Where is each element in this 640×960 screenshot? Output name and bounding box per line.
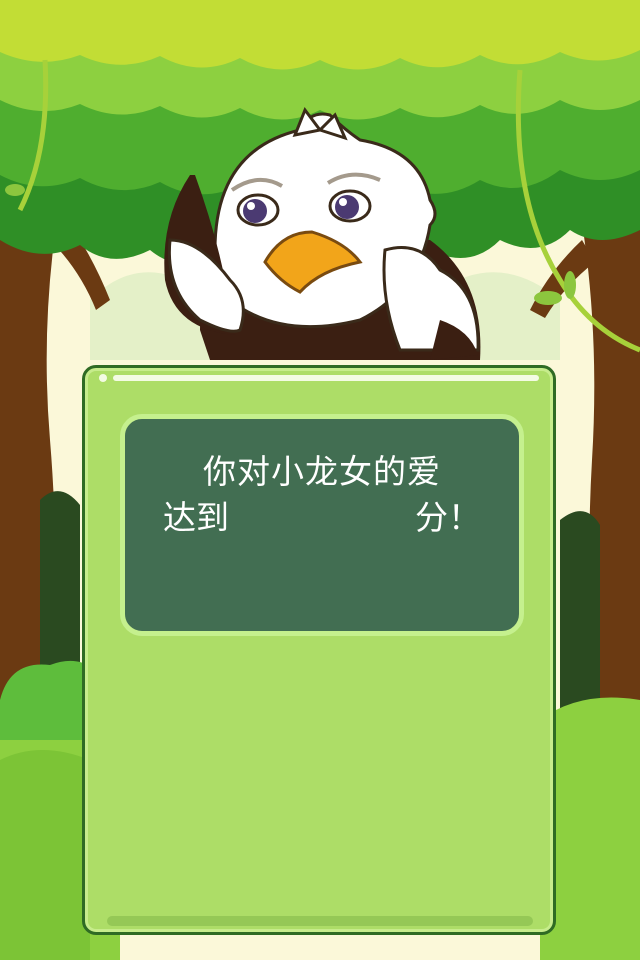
- result-message-line1: 你对小龙女的爱: [203, 452, 441, 491]
- panel-bottom-bar: [107, 916, 533, 926]
- result-message-prefix: 达到: [163, 498, 229, 537]
- result-message-line2: 达到 分！: [163, 491, 481, 539]
- score-board: 你对小龙女的爱 达到 分！: [120, 414, 524, 636]
- panel-highlight-dot: [99, 374, 107, 382]
- result-panel: 你对小龙女的爱 达到 分！: [82, 365, 556, 935]
- panel-highlight: [113, 375, 539, 381]
- result-message-suffix: 分！: [415, 498, 481, 537]
